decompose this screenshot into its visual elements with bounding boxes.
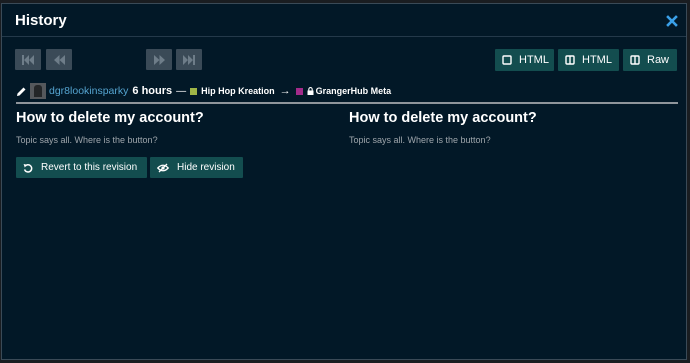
view-side-by-side-label: HTML <box>582 54 612 66</box>
separator: — <box>176 85 187 97</box>
to-category[interactable]: GrangerHub Meta <box>316 86 392 96</box>
category-color-badge <box>295 87 303 95</box>
view-raw-label: Raw <box>647 54 670 66</box>
revert-label: Revert to this revision <box>41 162 138 173</box>
next-revision-button[interactable] <box>146 49 172 70</box>
view-inline-label: HTML <box>519 54 549 66</box>
first-revision-icon <box>22 54 34 65</box>
category-color-badge <box>190 87 198 95</box>
undo-icon <box>23 163 33 173</box>
next-revision-icon <box>153 54 165 65</box>
inline-view-icon <box>502 55 512 65</box>
divider <box>16 102 678 104</box>
last-revision-icon <box>183 54 195 65</box>
avatar[interactable] <box>30 83 46 99</box>
hide-revision-button[interactable]: Hide revision <box>150 157 243 178</box>
username-link[interactable]: dgr8lookinsparky <box>49 85 128 97</box>
revision-age: 6 hours <box>132 85 173 97</box>
view-side-by-side-html-button[interactable]: HTML <box>558 49 619 71</box>
close-icon[interactable] <box>666 14 678 27</box>
modal-header: History <box>2 4 686 37</box>
previous-revision-button[interactable] <box>46 49 72 70</box>
current-body: Topic says all. Where is the button? <box>349 135 491 145</box>
from-category[interactable]: Hip Hop Kreation <box>201 86 275 96</box>
current-title: How to delete my account? <box>349 110 537 126</box>
revision-meta: dgr8lookinsparky 6 hours — Hip Hop Kreat… <box>16 82 391 100</box>
modal-title: History <box>15 12 67 29</box>
last-revision-button[interactable] <box>176 49 202 70</box>
revert-button[interactable]: Revert to this revision <box>16 157 147 178</box>
previous-body: Topic says all. Where is the button? <box>16 135 158 145</box>
hide-revision-label: Hide revision <box>177 162 235 173</box>
pencil-icon <box>16 86 27 97</box>
side-by-side-icon <box>565 55 575 65</box>
previous-revision-icon <box>53 54 65 65</box>
lock-icon <box>307 87 314 95</box>
view-inline-html-button[interactable]: HTML <box>495 49 554 71</box>
previous-title: How to delete my account? <box>16 110 204 126</box>
eye-slash-icon <box>157 163 169 173</box>
first-revision-button[interactable] <box>15 49 41 70</box>
history-modal: History HTML HTML Raw dgr8lookinsparky 6… <box>1 3 687 360</box>
side-by-side-raw-icon <box>630 55 640 65</box>
view-raw-button[interactable]: Raw <box>623 49 677 71</box>
arrow: → <box>279 85 291 97</box>
